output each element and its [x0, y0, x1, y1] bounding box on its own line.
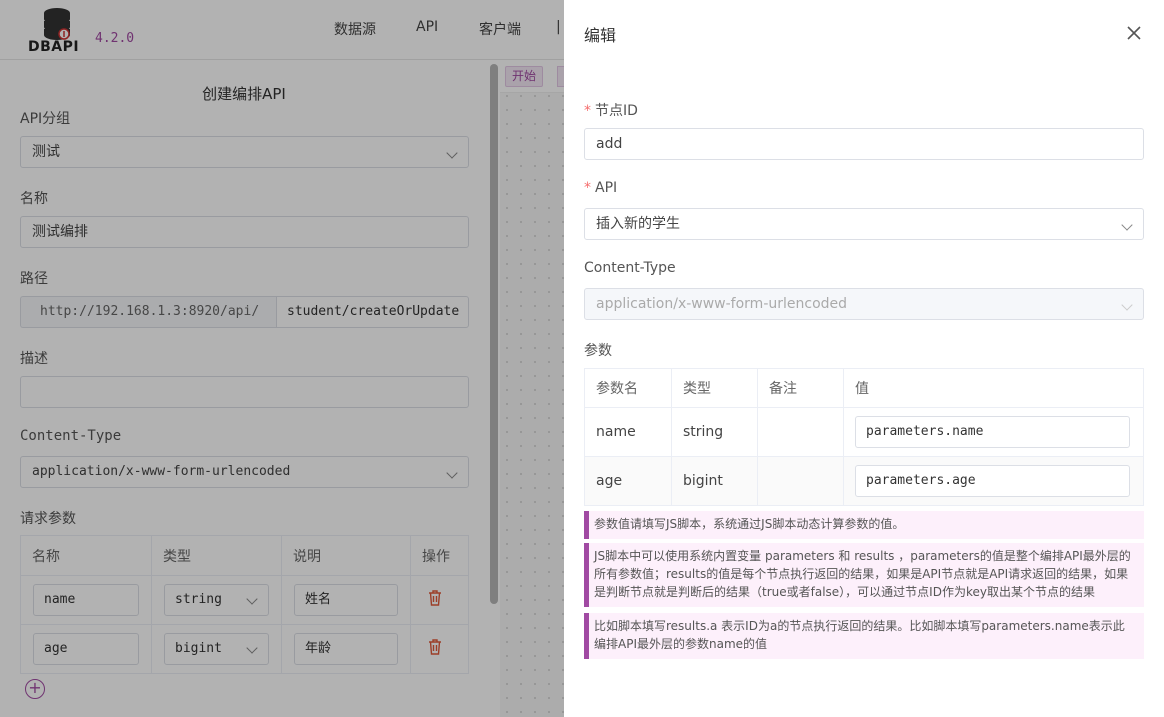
- param-name: name: [584, 407, 672, 457]
- edit-drawer: 编辑 * 节点ID add * API 插入新的学生 Content-Type ap…: [564, 0, 1164, 717]
- api-select-value: 插入新的学生: [596, 216, 680, 232]
- col-param-type: 类型: [671, 368, 758, 408]
- table-row: name string parameters.name: [584, 407, 1144, 457]
- chevron-down-icon: [1121, 299, 1133, 311]
- required-mark: *: [584, 103, 591, 119]
- col-param-name: 参数名: [584, 368, 672, 408]
- param-type: string: [671, 407, 758, 457]
- node-id-label: * 节点ID: [584, 100, 638, 120]
- content-type-value: application/x-www-form-urlencoded: [596, 296, 848, 312]
- params-table: 参数名 类型 备注 值 name string parameters.name …: [584, 368, 1144, 506]
- close-icon[interactable]: [1125, 24, 1143, 42]
- modal-overlay[interactable]: [0, 0, 564, 717]
- content-type-select: application/x-www-form-urlencoded: [584, 288, 1144, 320]
- col-param-note: 备注: [757, 368, 844, 408]
- api-label-text: API: [595, 180, 618, 196]
- tip-3: 比如脚本填写results.a 表示ID为a的节点执行返回的结果。比如脚本填写p…: [584, 613, 1144, 659]
- param-note: [757, 456, 844, 506]
- param-value-input[interactable]: parameters.age: [855, 465, 1130, 497]
- param-type: bigint: [671, 456, 758, 506]
- chevron-down-icon: [1121, 219, 1133, 231]
- content-type-label: Content-Type: [584, 260, 676, 276]
- param-value-input[interactable]: parameters.name: [855, 416, 1130, 448]
- param-name: age: [584, 456, 672, 506]
- params-label: 参数: [584, 343, 612, 359]
- param-note: [757, 407, 844, 457]
- tip-2: JS脚本中可以使用系统内置变量 parameters 和 results ，pa…: [584, 543, 1144, 607]
- tip-1: 参数值请填写JS脚本，系统通过JS脚本动态计算参数的值。: [584, 511, 1144, 539]
- node-id-input[interactable]: add: [584, 128, 1144, 160]
- table-row: age bigint parameters.age: [584, 456, 1144, 506]
- drawer-title: 编辑: [584, 26, 617, 45]
- api-label: * API: [584, 180, 617, 196]
- node-id-label-text: 节点ID: [595, 103, 638, 119]
- col-param-value: 值: [843, 368, 1144, 408]
- api-select[interactable]: 插入新的学生: [584, 208, 1144, 240]
- required-mark: *: [584, 180, 591, 196]
